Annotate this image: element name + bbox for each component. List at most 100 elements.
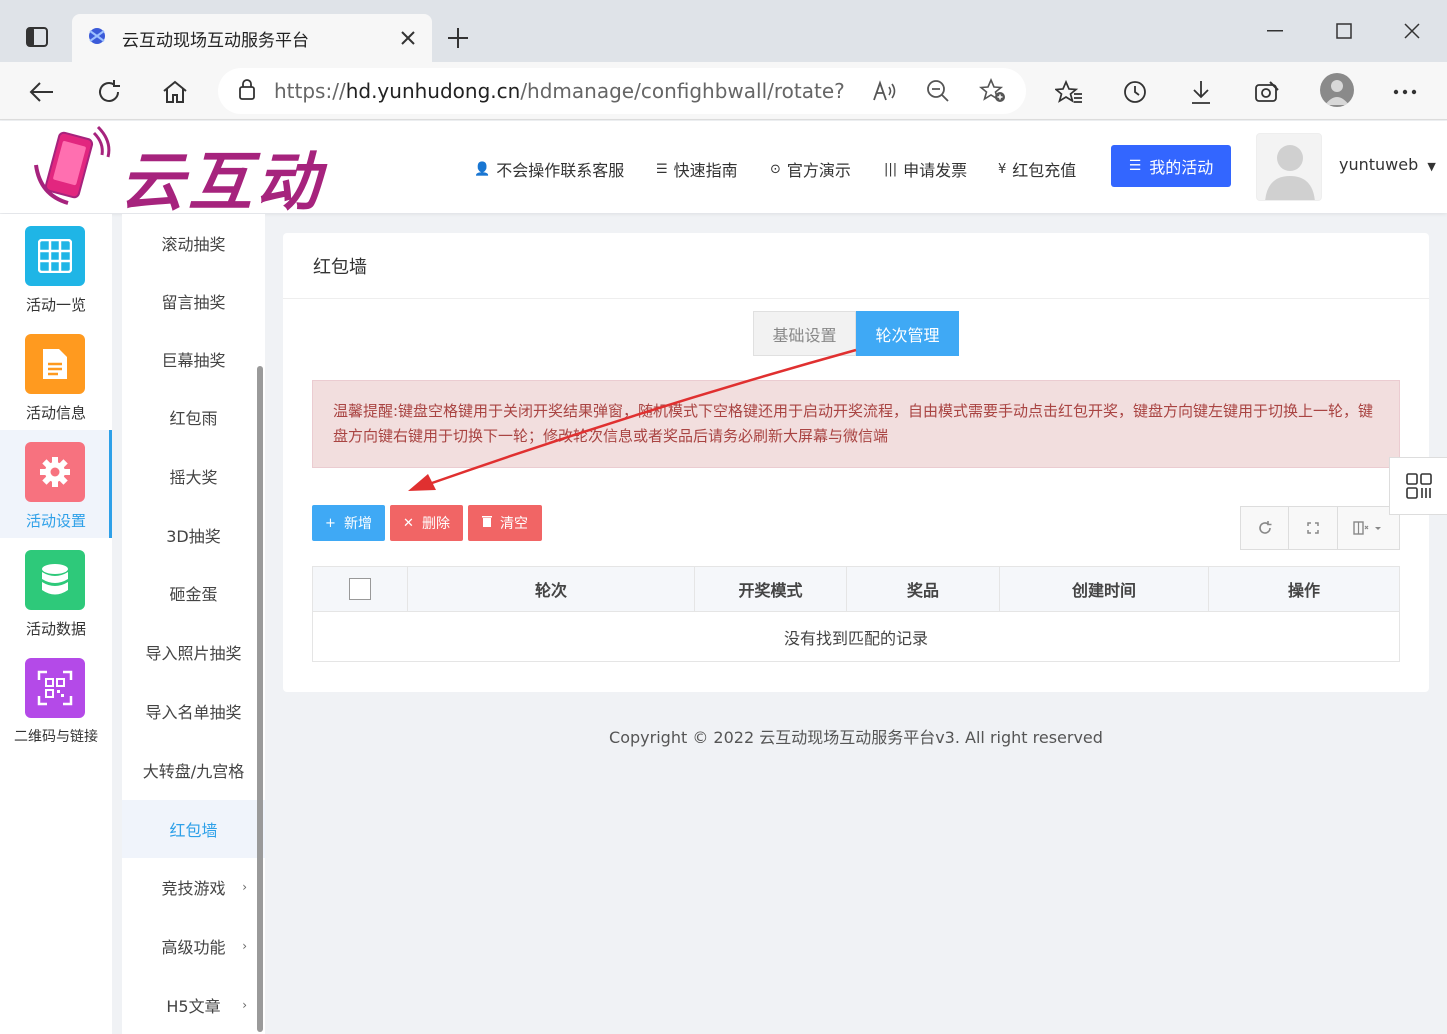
submenu-item-shake-prize[interactable]: 摇大奖 xyxy=(122,447,265,505)
refresh-icon[interactable] xyxy=(1241,507,1290,549)
tab-round-management[interactable]: 轮次管理 xyxy=(856,311,959,356)
submenu-item-message-lottery[interactable]: 留言抽奖 xyxy=(122,272,265,330)
submenu-label: 竞技游戏 xyxy=(161,879,226,898)
submenu-item-advanced[interactable]: 高级功能 › xyxy=(122,917,265,975)
new-tab-icon[interactable] xyxy=(442,22,474,54)
maximize-icon[interactable] xyxy=(1329,16,1359,46)
sidebar-item-activity-info[interactable]: 活动信息 xyxy=(0,322,112,430)
url-host: hd.yunhudong.cn xyxy=(345,79,521,103)
floating-qrcode-button[interactable] xyxy=(1389,457,1447,515)
submenu-item-wheel[interactable]: 大转盘/九宫格 xyxy=(122,741,265,799)
column-header[interactable]: 操作 xyxy=(1209,567,1399,611)
column-header[interactable]: 轮次 xyxy=(408,567,695,611)
read-aloud-icon[interactable] xyxy=(870,76,900,106)
back-icon[interactable] xyxy=(24,74,60,110)
select-all-checkbox[interactable] xyxy=(349,578,371,600)
fullscreen-icon[interactable] xyxy=(1289,507,1338,549)
lock-icon[interactable] xyxy=(238,78,256,104)
submenu-label: 红包雨 xyxy=(169,409,218,428)
browser-tab-active[interactable]: 云互动现场互动服务平台 xyxy=(72,14,432,62)
column-header[interactable]: 开奖模式 xyxy=(695,567,847,611)
submenu-item-namelist-lottery[interactable]: 导入名单抽奖 xyxy=(122,682,265,740)
clear-button[interactable]: 清空 xyxy=(468,505,542,541)
nav-label: 红包充值 xyxy=(1012,161,1077,180)
nav-label: 不会操作联系客服 xyxy=(496,161,625,180)
history-icon[interactable] xyxy=(1117,74,1153,110)
sidebar-item-activity-data[interactable]: 活动数据 xyxy=(0,538,112,646)
qrcode-icon xyxy=(1405,473,1432,499)
logo[interactable]: 云互动 xyxy=(28,125,328,220)
refresh-icon[interactable] xyxy=(91,74,127,110)
submenu-label: 3D抽奖 xyxy=(166,527,221,546)
rounds-table: 轮次 开奖模式 奖品 创建时间 操作 没有找到匹配的记录 xyxy=(312,566,1400,662)
username-label: yuntuweb xyxy=(1339,155,1419,174)
column-header[interactable]: 创建时间 xyxy=(1000,567,1209,611)
screenshot-icon[interactable] xyxy=(1249,74,1285,110)
home-icon[interactable] xyxy=(157,74,193,110)
chevron-right-icon: › xyxy=(242,998,247,1012)
divider xyxy=(283,298,1429,299)
url-text: https://hd.yunhudong.cn/hdmanage/configh… xyxy=(274,79,844,103)
add-favorite-icon[interactable] xyxy=(978,76,1008,106)
nav-invoice[interactable]: ||| 申请发票 xyxy=(884,157,967,181)
submenu-label: 巨幕抽奖 xyxy=(161,351,226,370)
minimize-icon[interactable] xyxy=(1260,16,1290,46)
submenu-label: 导入名单抽奖 xyxy=(145,703,242,722)
nav-contact-support[interactable]: 👤 不会操作联系客服 xyxy=(474,157,624,181)
url-path: /hdmanage/confighbwall/rotate?h... xyxy=(520,79,844,103)
nav-quick-guide[interactable]: ☰ 快速指南 xyxy=(656,157,738,181)
empty-table-message: 没有找到匹配的记录 xyxy=(312,612,1400,662)
url-scheme: https:// xyxy=(274,79,346,103)
close-window-icon[interactable] xyxy=(1397,16,1427,46)
submenu-item-competitive-games[interactable]: 竞技游戏 › xyxy=(122,858,265,916)
sidebar-label: 活动设置 xyxy=(25,512,86,530)
username-dropdown[interactable]: yuntuweb ▼ xyxy=(1339,155,1436,174)
close-tab-icon[interactable] xyxy=(398,28,418,48)
submenu-item-photo-lottery[interactable]: 导入照片抽奖 xyxy=(122,623,265,681)
download-icon[interactable] xyxy=(1183,74,1219,110)
footer-copyright: Copyright © 2022 云互动现场互动服务平台v3. All righ… xyxy=(609,728,1103,747)
tab-title: 云互动现场互动服务平台 xyxy=(122,30,309,51)
tab-actions-icon[interactable] xyxy=(18,20,56,54)
site-favicon-icon xyxy=(86,25,108,51)
add-label: 新增 xyxy=(343,516,372,532)
user-avatar[interactable] xyxy=(1256,133,1322,201)
delete-button[interactable]: ✕ 删除 xyxy=(390,505,463,541)
add-button[interactable]: + 新增 xyxy=(312,505,385,541)
nav-recharge[interactable]: ¥ 红包充值 xyxy=(998,157,1076,181)
nav-label: 官方演示 xyxy=(786,161,851,180)
submenu-label: 红包墙 xyxy=(169,821,218,840)
left-sidebar: 活动一览 活动信息 活动设置 活动数据 二维码与链接 xyxy=(0,214,112,1034)
qrcode-icon xyxy=(25,658,85,718)
sidebar-label: 二维码与链接 xyxy=(14,729,98,745)
profile-avatar-icon[interactable] xyxy=(1320,73,1354,107)
my-activity-button[interactable]: ☰ 我的活动 xyxy=(1111,145,1231,187)
nav-label: 申请发票 xyxy=(903,161,968,180)
list-icon: ☰ xyxy=(656,161,668,177)
submenu-label: 滚动抽奖 xyxy=(161,235,226,254)
submenu-label: 摇大奖 xyxy=(169,468,218,487)
submenu-item-h5-article[interactable]: H5文章 › xyxy=(122,976,265,1034)
submenu-item-giant-screen-lottery[interactable]: 巨幕抽奖 xyxy=(122,330,265,388)
tab-basic-settings[interactable]: 基础设置 xyxy=(753,311,856,356)
submenu-item-redpacket-rain[interactable]: 红包雨 xyxy=(122,388,265,446)
submenu-item-scroll-lottery[interactable]: 滚动抽奖 xyxy=(122,214,265,272)
submenu-scrollbar[interactable] xyxy=(257,366,263,1032)
submenu-item-3d-lottery[interactable]: 3D抽奖 xyxy=(122,506,265,564)
caret-down-icon: ▼ xyxy=(1427,160,1436,173)
address-bar[interactable]: https://hd.yunhudong.cn/hdmanage/configh… xyxy=(218,68,1026,114)
submenu-item-golden-egg[interactable]: 砸金蛋 xyxy=(122,564,265,622)
sidebar-item-qrcode-links[interactable]: 二维码与链接 xyxy=(0,646,112,754)
sidebar-item-activity-list[interactable]: 活动一览 xyxy=(0,214,112,322)
nav-official-demo[interactable]: ⊙ 官方演示 xyxy=(770,157,851,181)
more-menu-icon[interactable] xyxy=(1387,74,1423,110)
browser-tab-bar: 云互动现场互动服务平台 xyxy=(0,0,1447,62)
column-header[interactable]: 奖品 xyxy=(847,567,1000,611)
submenu-item-redpacket-wall[interactable]: 红包墙 xyxy=(122,800,265,858)
favorites-icon[interactable] xyxy=(1051,74,1087,110)
zoom-out-icon[interactable] xyxy=(923,76,953,106)
sidebar-item-activity-settings[interactable]: 活动设置 xyxy=(0,430,112,538)
submenu-label: 导入照片抽奖 xyxy=(145,644,242,663)
grid-icon xyxy=(25,226,85,286)
plus-icon: + xyxy=(325,515,336,531)
